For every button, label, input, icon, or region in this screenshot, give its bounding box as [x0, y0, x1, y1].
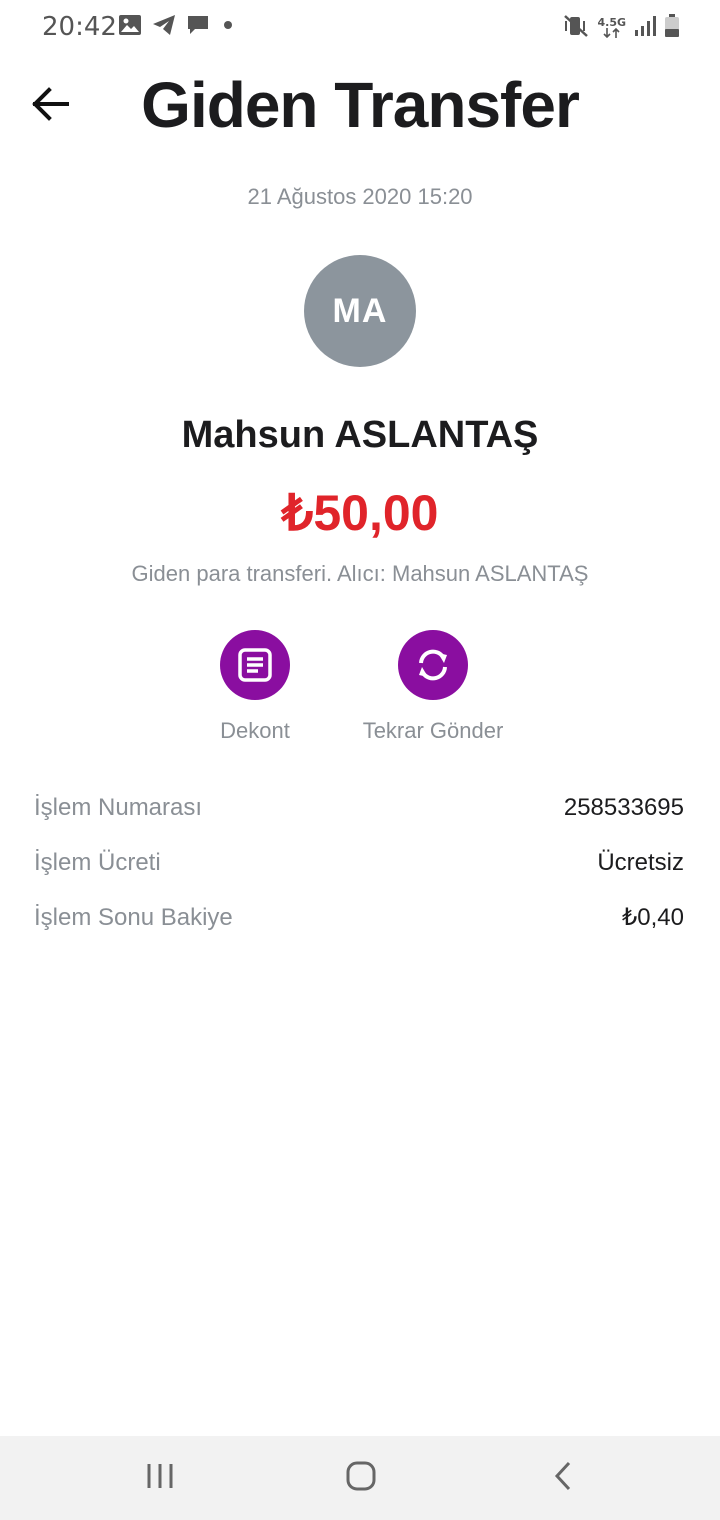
- resend-button[interactable]: Tekrar Gönder: [333, 630, 533, 744]
- status-bar: 20:42 4.5G: [0, 0, 720, 56]
- transaction-description: Giden para transferi. Alıcı: Mahsun ASLA…: [131, 561, 589, 586]
- receipt-icon: [220, 630, 290, 700]
- status-right-icons: 4.5G: [563, 14, 680, 43]
- signal-icon: [634, 15, 656, 42]
- transfer-amount: ₺50,00: [281, 485, 439, 541]
- dot-icon: [220, 14, 236, 41]
- battery-icon: [664, 14, 680, 43]
- transaction-date: 21 Ağustos 2020 15:20: [247, 184, 473, 209]
- receipt-label: Dekont: [220, 718, 290, 743]
- detail-label: İşlem Ücreti: [34, 848, 161, 876]
- navigation-bar: [0, 1436, 720, 1520]
- detail-label: İşlem Sonu Bakiye: [34, 903, 233, 931]
- system-back-button[interactable]: [533, 1456, 593, 1500]
- telegram-icon: [152, 14, 176, 41]
- detail-row-transaction-number: İşlem Numarası 258533695: [34, 780, 684, 835]
- page-title: Giden Transfer: [141, 69, 580, 141]
- transaction-details: İşlem Numarası 258533695 İşlem Ücreti Üc…: [34, 780, 684, 945]
- network-type-label: 4.5G: [597, 16, 626, 29]
- home-icon: [345, 1460, 377, 1497]
- detail-value: 258533695: [563, 793, 684, 821]
- detail-value: ₺0,40: [622, 904, 684, 931]
- message-icon: [186, 14, 210, 41]
- avatar: MA: [304, 255, 416, 367]
- mute-vibrate-icon: [563, 14, 589, 43]
- back-nav-icon: [552, 1461, 574, 1496]
- detail-value: Ücretsiz: [597, 848, 684, 876]
- recipient-name: Mahsun ASLANTAŞ: [181, 414, 539, 456]
- status-left-icons: [118, 14, 236, 41]
- detail-row-transaction-fee: İşlem Ücreti Ücretsiz: [34, 835, 684, 890]
- receipt-button[interactable]: Dekont: [155, 630, 355, 744]
- home-button[interactable]: [331, 1456, 391, 1500]
- network-4.5g-icon: 4.5G: [597, 17, 626, 40]
- detail-row-balance: İşlem Sonu Bakiye ₺0,40: [34, 890, 684, 945]
- avatar-initials: MA: [332, 291, 388, 330]
- recent-apps-button[interactable]: [130, 1456, 190, 1500]
- repeat-icon: [398, 630, 468, 700]
- detail-label: İşlem Numarası: [34, 793, 203, 821]
- recent-apps-icon: [145, 1462, 175, 1495]
- gallery-icon: [118, 14, 142, 41]
- resend-label: Tekrar Gönder: [362, 718, 504, 743]
- status-time: 20:42: [42, 12, 117, 42]
